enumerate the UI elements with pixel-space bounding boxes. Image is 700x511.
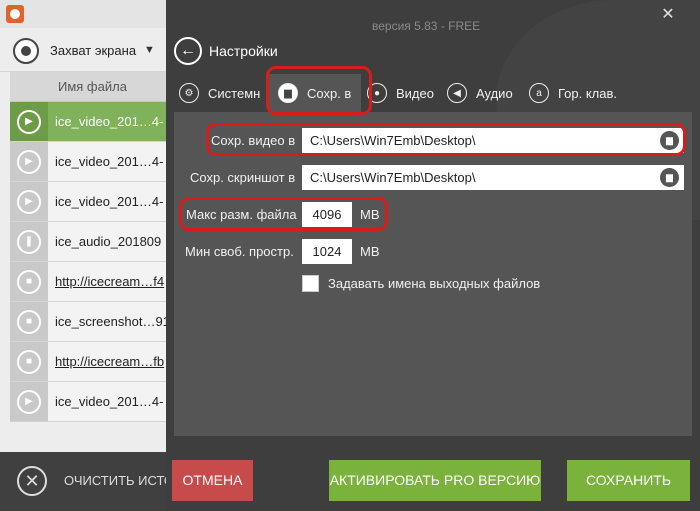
- tab-video[interactable]: ● Видео: [367, 80, 434, 106]
- save-video-path-field[interactable]: C:\Users\Win7Emb\Desktop\ ▆: [302, 128, 684, 153]
- max-file-size-unit: MB: [360, 207, 380, 222]
- folder-icon[interactable]: ▆: [660, 131, 679, 150]
- save-screenshot-label: Сохр. скриншот в: [190, 170, 296, 185]
- save-button[interactable]: СОХРАНИТЬ: [567, 460, 690, 501]
- file-list-item[interactable]: ❚ ice_audio_201809: [10, 222, 166, 262]
- gear-icon: ⚙: [179, 83, 199, 103]
- file-thumbnail: ▶: [10, 102, 48, 141]
- close-icon[interactable]: ✕: [658, 4, 678, 24]
- cancel-button[interactable]: ОТМЕНА: [172, 460, 253, 501]
- file-thumbnail: ▶: [10, 142, 48, 181]
- min-free-space-input[interactable]: 1024: [302, 239, 352, 264]
- record-icon: [13, 38, 39, 64]
- file-list-item[interactable]: ■ http://icecream…f4: [10, 262, 166, 302]
- close-icon[interactable]: ✕: [17, 466, 47, 496]
- file-thumbnail: ▶: [10, 182, 48, 221]
- file-name[interactable]: http://icecream…fb: [55, 354, 164, 369]
- main-window: Захват экрана ▼ Имя файла ▶ ice_video_201…: [0, 0, 166, 511]
- file-list-item[interactable]: ▶ ice_video_201…4-: [10, 102, 166, 142]
- folder-icon[interactable]: ▆: [660, 168, 679, 187]
- file-name[interactable]: http://icecream…f4: [55, 274, 164, 289]
- hotkey-icon: a: [529, 83, 549, 103]
- clear-history-button[interactable]: ОЧИСТИТЬ ИСТО: [64, 473, 166, 488]
- bottom-bar: ✕ ОЧИСТИТЬ ИСТО: [0, 452, 166, 511]
- save-screenshot-path-value: C:\Users\Win7Emb\Desktop\: [310, 170, 476, 185]
- camera-icon: ■: [17, 269, 41, 294]
- file-name: ice_video_201…4-: [55, 194, 164, 209]
- file-name: ice_video_201…4-: [55, 154, 164, 169]
- file-thumbnail: ■: [10, 262, 48, 301]
- settings-tabs: ⚙ Системн ▆ Сохр. в ● Видео ◀ Аудио a Го…: [166, 72, 700, 112]
- version-label: версия 5.83 - FREE: [372, 19, 481, 33]
- file-list-item[interactable]: ▶ ice_video_201…4-: [10, 182, 166, 222]
- tab-label: Гор. клав.: [558, 85, 618, 101]
- file-thumbnail: ■: [10, 302, 48, 341]
- file-name: ice_video_201…4-: [55, 394, 164, 409]
- file-list: ▶ ice_video_201…4- ▶ ice_video_201…4- ▶ ice_v…: [0, 102, 166, 422]
- output-names-checkbox[interactable]: [302, 275, 319, 292]
- tab-hotkeys[interactable]: a Гор. клав.: [529, 80, 617, 106]
- play-icon: ▶: [17, 389, 41, 414]
- file-name: ice_screenshot…91: [55, 314, 166, 329]
- save-video-path-value: C:\Users\Win7Emb\Desktop\: [310, 133, 476, 148]
- file-list-item[interactable]: ▶ ice_video_201…4-: [10, 142, 166, 182]
- tab-label: Видео: [396, 85, 434, 101]
- app-logo-icon: [6, 5, 24, 23]
- tab-audio[interactable]: ◀ Аудио: [447, 80, 513, 106]
- file-thumbnail: ❚: [10, 222, 48, 261]
- record-icon: ●: [367, 83, 387, 103]
- settings-panel: версия 5.83 - FREE ✕ ← Настройки ⚙ Систе…: [166, 0, 700, 511]
- save-screenshot-path-field[interactable]: C:\Users\Win7Emb\Desktop\ ▆: [302, 165, 684, 190]
- play-icon: ▶: [17, 189, 41, 214]
- save-video-label: Сохр. видео в: [211, 133, 296, 148]
- file-list-item[interactable]: ■ http://icecream…fb: [10, 342, 166, 382]
- capture-mode-selector[interactable]: Захват экрана ▼: [0, 28, 166, 72]
- file-name-column-header[interactable]: Имя файла: [10, 72, 166, 102]
- folder-icon: ▆: [278, 83, 298, 103]
- activate-pro-button[interactable]: АКТИВИРОВАТЬ PRO ВЕРСИЮ: [329, 460, 541, 501]
- file-thumbnail: ■: [10, 342, 48, 381]
- play-icon: ▶: [17, 109, 41, 134]
- min-free-space-unit: MB: [360, 244, 380, 259]
- tab-save-to[interactable]: ▆ Сохр. в: [268, 74, 362, 112]
- file-list-item[interactable]: ■ ice_screenshot…91: [10, 302, 166, 342]
- microphone-icon: ❚: [17, 229, 41, 254]
- main-window-titlebar: [0, 0, 166, 28]
- chevron-down-icon[interactable]: ▼: [144, 44, 155, 56]
- play-icon: ▶: [17, 149, 41, 174]
- tab-label: Системн: [208, 85, 261, 101]
- tab-label: Сохр. в: [307, 85, 352, 101]
- min-free-space-label: Мин своб. простр.: [185, 244, 294, 259]
- output-names-label: Задавать имена выходных файлов: [328, 276, 541, 291]
- capture-mode-label: Захват экрана: [50, 43, 137, 58]
- page-title: Настройки: [209, 43, 278, 59]
- tab-label: Аудио: [476, 85, 513, 101]
- save-to-settings: Сохр. видео в C:\Users\Win7Emb\Desktop\ …: [174, 112, 692, 436]
- max-file-size-input[interactable]: 4096: [302, 202, 352, 227]
- max-file-size-label: Макс разм. файла: [186, 207, 297, 222]
- camera-icon: ■: [17, 349, 41, 374]
- camera-icon: ■: [17, 309, 41, 334]
- tab-system[interactable]: ⚙ Системн: [179, 80, 260, 106]
- speaker-icon: ◀: [447, 83, 467, 103]
- back-arrow-icon[interactable]: ←: [174, 37, 202, 65]
- file-list-item[interactable]: ▶ ice_video_201…4-: [10, 382, 166, 422]
- file-thumbnail: ▶: [10, 382, 48, 421]
- file-name: ice_audio_201809: [55, 234, 162, 249]
- file-name: ice_video_201…4-: [55, 114, 164, 129]
